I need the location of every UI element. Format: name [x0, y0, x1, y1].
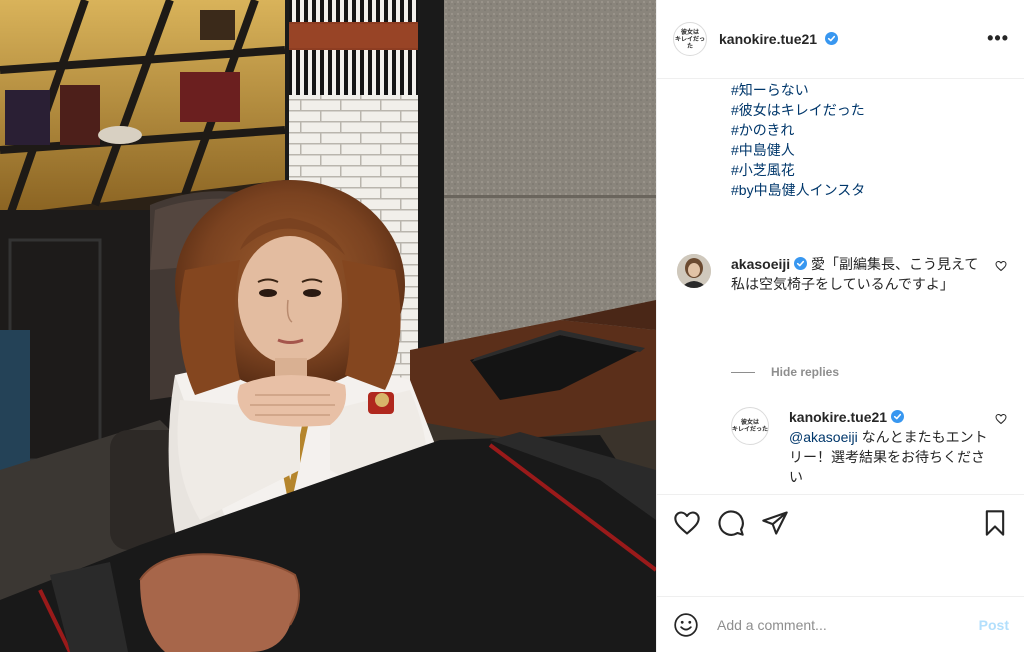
avatar-logo-line-1: 彼女は [740, 419, 759, 426]
post-photo-illustration [0, 0, 656, 652]
avatar-logo: 彼女は キレイだった [674, 29, 706, 50]
share-icon[interactable] [761, 509, 789, 537]
more-options-icon[interactable]: ••• [987, 28, 1009, 49]
commenter-avatar-photo [677, 254, 711, 288]
like-comment-heart-icon[interactable] [995, 260, 1007, 272]
avatar-logo-line-2: キレイだった [674, 35, 705, 50]
comment-username[interactable]: akasoeiji [731, 256, 790, 272]
hashtag-link[interactable]: #中島健人 [731, 140, 1001, 160]
account-username[interactable]: kanokire.tue21 [719, 31, 817, 47]
hashtag-link[interactable]: #彼女はキレイだった [731, 100, 1001, 120]
heart-icon[interactable] [673, 509, 701, 537]
verified-badge-icon [824, 32, 838, 45]
bookmark-icon[interactable] [981, 509, 1009, 537]
avatar-logo: 彼女は キレイだった [732, 419, 768, 433]
add-comment-input[interactable] [717, 612, 971, 637]
post-sidebar: 彼女は キレイだった kanokire.tue21 ••• #知ーらない #彼女… [656, 0, 1024, 652]
like-reply-heart-icon[interactable] [995, 413, 1007, 425]
hide-replies-line [731, 371, 755, 373]
post-photo[interactable] [0, 0, 656, 652]
avatar-logo-line-1: 彼女は [680, 28, 699, 36]
verified-badge-icon [794, 257, 808, 270]
hashtag-link[interactable]: #かのきれ [731, 120, 1001, 140]
comment-body: akasoeiji 愛「副編集長、こう見えて私は空気椅子をしているんですよ」 [731, 254, 979, 294]
account-username-row: kanokire.tue21 [719, 31, 838, 47]
reply-avatar[interactable]: 彼女は キレイだった [731, 407, 769, 445]
add-comment-bar: Post [657, 596, 1024, 652]
post-header: 彼女は キレイだった kanokire.tue21 ••• [657, 0, 1024, 79]
post-comment-button[interactable]: Post [979, 617, 1009, 633]
emoji-icon[interactable] [673, 612, 699, 638]
comments-list[interactable]: #知ーらない #彼女はキレイだった #かのきれ #中島健人 #小芝風花 #by中… [657, 80, 1024, 493]
hashtag-link[interactable]: #小芝風花 [731, 160, 1001, 180]
hide-replies-button[interactable]: Hide replies [731, 365, 839, 379]
avatar-logo-line-2: キレイだった [732, 426, 769, 433]
reply-body: kanokire.tue21 @akasoeiji なんとまたもエントリー！選考… [789, 407, 989, 487]
comment-icon[interactable] [717, 509, 745, 537]
commenter-avatar[interactable] [677, 254, 711, 288]
verified-badge-icon [891, 410, 905, 423]
hide-replies-label: Hide replies [771, 365, 840, 379]
hashtag-link[interactable]: #by中島健人インスタ [731, 180, 1001, 200]
hashtag-link[interactable]: #知ーらない [731, 80, 1001, 100]
reply-mention-link[interactable]: @akasoeiji [789, 429, 858, 445]
post-actions [657, 494, 1024, 550]
caption-hashtags: #知ーらない #彼女はキレイだった #かのきれ #中島健人 #小芝風花 #by中… [731, 80, 1001, 200]
account-avatar[interactable]: 彼女は キレイだった [673, 22, 707, 56]
reply-username[interactable]: kanokire.tue21 [789, 409, 887, 425]
